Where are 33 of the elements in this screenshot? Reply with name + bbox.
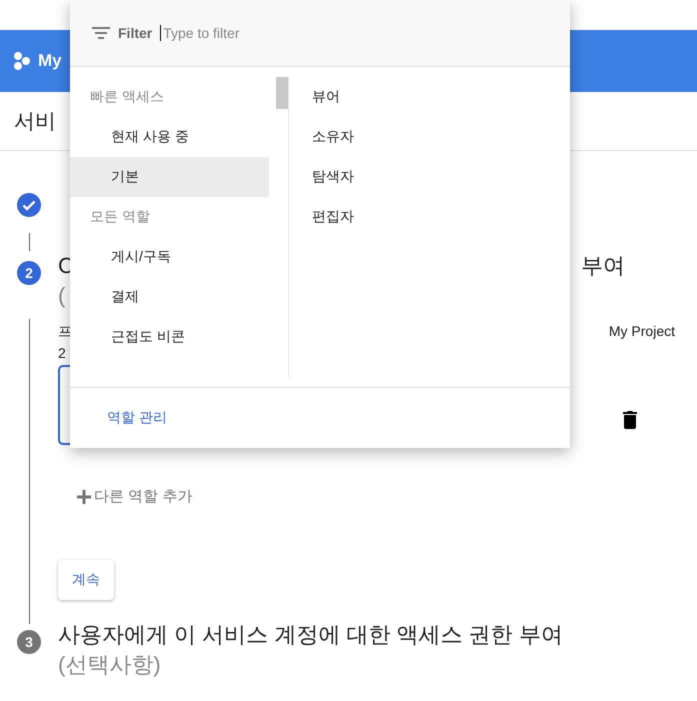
project-name[interactable]: My [38, 51, 62, 71]
role-item[interactable]: 편집자 [312, 197, 512, 237]
filter-input[interactable]: Type to filter [160, 25, 364, 41]
category-header: 모든 역할 [90, 208, 150, 226]
step-subtitle: (선택사항) [58, 652, 161, 677]
trash-icon[interactable] [623, 411, 637, 429]
manage-roles-link[interactable]: 역할 관리 [107, 409, 167, 427]
description-text: 2 [58, 345, 66, 361]
filter-label: Filter [118, 25, 152, 41]
add-role-button[interactable]: 다른 역할 추가 [76, 487, 192, 506]
step-title: 부여 [581, 252, 625, 280]
step-subtitle: ( [58, 283, 66, 308]
plus-icon [76, 488, 92, 504]
category-item[interactable]: 게시/구독 [70, 237, 269, 277]
category-item[interactable]: 근접도 비콘 [70, 317, 269, 357]
step-number: 3 [17, 630, 41, 654]
filter-icon [92, 27, 110, 39]
role-item[interactable]: 뷰어 [312, 77, 512, 117]
scrollbar-thumb[interactable] [276, 77, 288, 109]
category-item[interactable]: 현재 사용 중 [70, 117, 269, 157]
category-header: 빠른 액세스 [90, 88, 164, 106]
check-circle-icon [17, 193, 41, 217]
category-item[interactable]: 결제 [70, 277, 269, 317]
continue-button[interactable]: 계속 [58, 560, 114, 600]
project-text: My Project [608, 323, 675, 341]
category-item[interactable]: 기본 [70, 157, 269, 197]
step-title: 사용자에게 이 서비스 계정에 대한 액세스 권한 부여 [58, 621, 563, 649]
hexagons-icon [12, 51, 32, 71]
description-text: 프 [58, 323, 72, 341]
page-title: 서비 [14, 109, 56, 135]
step-number: 2 [17, 261, 41, 285]
role-item[interactable]: 소유자 [312, 117, 512, 157]
role-item[interactable]: 탐색자 [312, 157, 512, 197]
